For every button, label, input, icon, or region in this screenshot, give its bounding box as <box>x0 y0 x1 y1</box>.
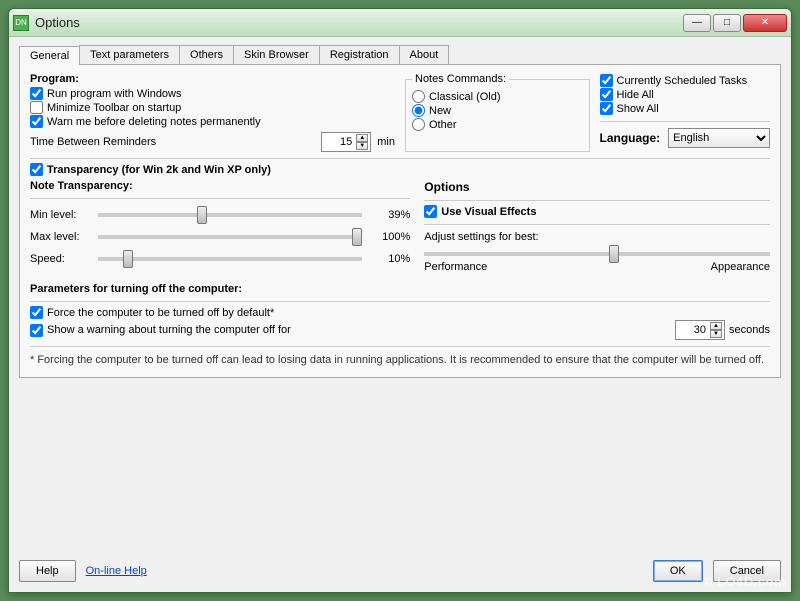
time-between-down[interactable]: ▼ <box>356 142 368 150</box>
max-level-slider[interactable] <box>98 235 362 239</box>
cancel-button[interactable]: Cancel <box>713 560 781 582</box>
speed-value: 10% <box>370 253 410 265</box>
minimize-toolbar-checkbox[interactable] <box>30 101 43 114</box>
notes-other-label: Other <box>429 119 457 131</box>
min-level-value: 39% <box>370 209 410 221</box>
warn-off-label: Show a warning about turning the compute… <box>47 324 291 336</box>
maximize-button[interactable] <box>713 14 741 32</box>
help-button[interactable]: Help <box>19 560 76 582</box>
max-level-label: Max level: <box>30 231 90 243</box>
performance-slider[interactable] <box>424 252 770 256</box>
show-all-label: Show All <box>617 103 659 115</box>
language-label: Language: <box>600 131 661 145</box>
warn-delete-checkbox[interactable] <box>30 115 43 128</box>
transparency-label: Transparency (for Win 2k and Win XP only… <box>47 164 271 176</box>
minimize-toolbar-label: Minimize Toolbar on startup <box>47 102 181 114</box>
use-visual-label: Use Visual Effects <box>441 206 536 218</box>
seconds-up[interactable]: ▲ <box>710 322 722 330</box>
warn-off-checkbox[interactable] <box>30 324 43 337</box>
tab-general[interactable]: General <box>19 46 80 65</box>
online-help-link[interactable]: On-line Help <box>86 565 147 577</box>
speed-slider[interactable] <box>98 257 362 261</box>
run-with-windows-checkbox[interactable] <box>30 87 43 100</box>
notes-commands-group: Notes Commands: Classical (Old) New Othe… <box>405 73 590 152</box>
scheduled-tasks-label: Currently Scheduled Tasks <box>617 75 748 87</box>
performance-label: Performance <box>424 261 487 273</box>
window-title: Options <box>35 15 683 30</box>
program-title: Program: <box>30 73 395 85</box>
adjust-label: Adjust settings for best: <box>424 231 770 243</box>
force-off-checkbox[interactable] <box>30 306 43 319</box>
hide-all-checkbox[interactable] <box>600 88 613 101</box>
time-between-stepper[interactable]: ▲▼ <box>321 132 371 152</box>
language-select[interactable]: English <box>668 128 770 148</box>
tab-skin-browser[interactable]: Skin Browser <box>233 45 320 64</box>
run-with-windows-label: Run program with Windows <box>47 88 182 100</box>
seconds-down[interactable]: ▼ <box>710 330 722 338</box>
seconds-input[interactable] <box>678 324 706 336</box>
min-level-slider[interactable] <box>98 213 362 217</box>
transparency-checkbox[interactable] <box>30 163 43 176</box>
tab-registration[interactable]: Registration <box>319 45 400 64</box>
warn-delete-label: Warn me before deleting notes permanentl… <box>47 116 261 128</box>
app-icon: DN <box>13 15 29 31</box>
time-between-label: Time Between Reminders <box>30 136 156 148</box>
shutdown-title: Parameters for turning off the computer: <box>30 283 770 295</box>
time-between-up[interactable]: ▲ <box>356 134 368 142</box>
notes-classical-label: Classical (Old) <box>429 91 501 103</box>
options-title: Options <box>424 180 770 194</box>
scheduled-tasks-checkbox[interactable] <box>600 74 613 87</box>
notes-new-radio[interactable] <box>412 104 425 117</box>
seconds-stepper[interactable]: ▲▼ <box>675 320 725 340</box>
shutdown-footnote: * Forcing the computer to be turned off … <box>30 353 770 367</box>
tab-about[interactable]: About <box>399 45 450 64</box>
options-window: DN Options General Text parameters Other… <box>8 8 792 593</box>
tab-bar: General Text parameters Others Skin Brow… <box>19 45 781 65</box>
max-level-value: 100% <box>370 231 410 243</box>
use-visual-checkbox[interactable] <box>424 205 437 218</box>
note-transparency-title: Note Transparency: <box>30 180 410 192</box>
time-between-unit: min <box>377 136 395 148</box>
seconds-unit: seconds <box>729 324 770 336</box>
tab-others[interactable]: Others <box>179 45 234 64</box>
ok-button[interactable]: OK <box>653 560 703 582</box>
appearance-label: Appearance <box>711 261 770 273</box>
notes-other-radio[interactable] <box>412 118 425 131</box>
tab-text-parameters[interactable]: Text parameters <box>79 45 180 64</box>
close-button[interactable] <box>743 14 787 32</box>
notes-commands-legend: Notes Commands: <box>412 73 509 85</box>
time-between-input[interactable] <box>324 136 352 148</box>
show-all-checkbox[interactable] <box>600 102 613 115</box>
tab-panel-general: Program: Run program with Windows Minimi… <box>19 65 781 378</box>
notes-classical-radio[interactable] <box>412 90 425 103</box>
min-level-label: Min level: <box>30 209 90 221</box>
titlebar[interactable]: DN Options <box>9 9 791 37</box>
minimize-button[interactable] <box>683 14 711 32</box>
force-off-label: Force the computer to be turned off by d… <box>47 307 274 319</box>
notes-new-label: New <box>429 105 451 117</box>
speed-label: Speed: <box>30 253 90 265</box>
hide-all-label: Hide All <box>617 89 654 101</box>
